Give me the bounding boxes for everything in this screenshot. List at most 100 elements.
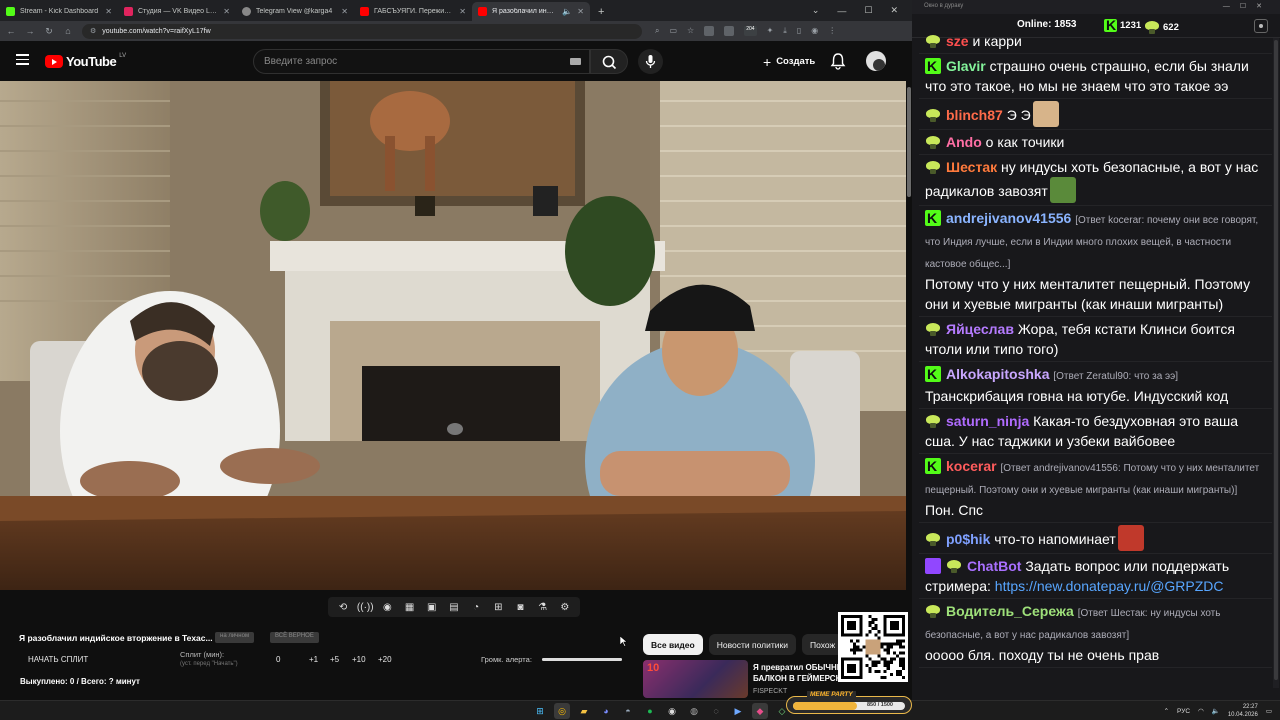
- window-controls[interactable]: —☐✕: [1223, 2, 1272, 10]
- chat-reply-quote[interactable]: [Ответ Zeratul90: что за ээ]: [1053, 371, 1178, 382]
- volume-icon[interactable]: 🔈: [1212, 707, 1220, 715]
- avatar[interactable]: [866, 51, 886, 71]
- create-button[interactable]: + Создать: [753, 49, 825, 74]
- eye-icon[interactable]: ◉: [381, 601, 393, 613]
- app-icon[interactable]: ◌: [708, 703, 724, 719]
- add-icon[interactable]: ⊞: [492, 601, 504, 613]
- cast-icon[interactable]: ▭: [669, 26, 677, 36]
- chevron-up-icon[interactable]: ⌃: [1164, 707, 1169, 715]
- tab-telegram-view[interactable]: Telegram View @karga4 ✕: [236, 2, 354, 21]
- extension-icon[interactable]: [704, 26, 715, 36]
- site-info-icon[interactable]: ⚙: [90, 27, 96, 35]
- chat-username[interactable]: p0$hik: [946, 531, 990, 547]
- youtube-logo[interactable]: YouTube LV: [45, 53, 126, 69]
- recommended-video-thumbnail[interactable]: 10: [643, 660, 748, 698]
- chat-username[interactable]: Яйцеслав: [946, 321, 1014, 337]
- start-split-button[interactable]: НАЧАТЬ СПЛИТ: [28, 655, 88, 664]
- subtitles-icon[interactable]: ▤: [448, 601, 460, 613]
- film-icon[interactable]: ▦: [404, 601, 416, 613]
- windows-start-icon[interactable]: ⊞: [532, 703, 548, 719]
- filter-chip-similar[interactable]: Похож: [801, 634, 844, 655]
- chrome-icon[interactable]: ◎: [554, 703, 570, 719]
- language-indicator[interactable]: РУС: [1177, 708, 1190, 715]
- voice-search-button[interactable]: [638, 49, 663, 74]
- close-icon[interactable]: ✕: [459, 7, 466, 16]
- media-player-icon[interactable]: ▶: [730, 703, 746, 719]
- star-icon[interactable]: ☆: [687, 26, 694, 36]
- reload-icon[interactable]: ↻: [44, 26, 54, 37]
- chat-username[interactable]: Glavir: [946, 58, 986, 74]
- obs-icon[interactable]: ◉: [664, 703, 680, 719]
- donate-link[interactable]: https://new.donatepay.ru/@GRPZDC: [995, 578, 1224, 594]
- chat-username[interactable]: saturn_ninja: [946, 413, 1029, 429]
- maximize-icon[interactable]: ☐: [864, 5, 872, 16]
- recommended-video-title[interactable]: Я превратил ОБЫЧНЫЙ БАЛКОН В ГЕЙМЕРСК: [753, 662, 843, 684]
- chat-username[interactable]: Шестак: [946, 159, 997, 175]
- home-icon[interactable]: ⌂: [63, 26, 73, 36]
- steam-icon[interactable]: ◓: [620, 703, 636, 719]
- chat-username[interactable]: Alkokapitoshka: [946, 366, 1049, 382]
- filter-chip-all[interactable]: Все видео: [643, 634, 703, 655]
- keyboard-icon[interactable]: [570, 58, 581, 65]
- add-20-button[interactable]: +20: [378, 655, 392, 664]
- recommended-video-channel[interactable]: FISPECKT: [753, 688, 787, 695]
- sidebar-icon[interactable]: ▯: [797, 26, 801, 36]
- alert-volume-slider[interactable]: [542, 658, 622, 661]
- wifi-icon[interactable]: ◠: [1198, 707, 1204, 715]
- chat-scrollbar[interactable]: [1273, 38, 1279, 688]
- status-chip[interactable]: ВСЁ ВЕРНОЕ: [270, 632, 319, 643]
- close-icon[interactable]: ✕: [341, 7, 348, 16]
- puzzle-icon[interactable]: ✦: [767, 26, 774, 36]
- add-1-button[interactable]: +1: [309, 655, 318, 664]
- speed-icon[interactable]: ◔: [470, 601, 482, 613]
- tab-vk-studio[interactable]: Студия — VK Видео Live ✕: [118, 2, 236, 21]
- filter-chip-politics[interactable]: Новости политики: [708, 634, 796, 655]
- search-button[interactable]: [590, 49, 628, 74]
- tab-youtube-1[interactable]: ГАБСЪУЯГИ. Пережить индес ✕: [354, 2, 472, 21]
- spotify-icon[interactable]: ●: [642, 703, 658, 719]
- hamburger-menu-icon[interactable]: [16, 54, 29, 65]
- video-player[interactable]: [0, 81, 906, 590]
- tab-kick-dashboard[interactable]: Stream - Kick Dashboard ✕: [0, 2, 118, 21]
- back-icon[interactable]: ←: [6, 26, 16, 36]
- notifications-icon[interactable]: ▭: [1266, 707, 1272, 715]
- pip-icon[interactable]: ▣: [426, 601, 438, 613]
- close-icon[interactable]: ✕: [223, 7, 230, 16]
- close-icon[interactable]: ✕: [577, 7, 584, 16]
- kebab-menu-icon[interactable]: ⋮: [828, 26, 836, 36]
- chat-username[interactable]: andrejivanov41556: [946, 210, 1071, 226]
- address-bar[interactable]: ⚙ youtube.com/watch?v=raifXyL17fw: [82, 23, 642, 39]
- discord-icon[interactable]: ◕: [598, 703, 614, 719]
- chat-app-icon[interactable]: ◆: [752, 703, 768, 719]
- chat-username[interactable]: blinch87: [946, 107, 1003, 123]
- app-icon[interactable]: ◍: [686, 703, 702, 719]
- add-5-button[interactable]: +5: [330, 655, 339, 664]
- chat-username[interactable]: ChatBot: [967, 558, 1021, 574]
- zoom-icon[interactable]: ⌕: [655, 26, 659, 36]
- profile-icon[interactable]: ◉: [811, 26, 818, 36]
- chat-username[interactable]: kocerar: [946, 458, 997, 474]
- extension-icon[interactable]: [724, 26, 735, 36]
- chat-username[interactable]: Ando: [946, 134, 982, 150]
- broadcast-icon[interactable]: ((·)): [357, 601, 374, 613]
- new-tab-button[interactable]: +: [590, 2, 612, 21]
- add-10-button[interactable]: +10: [352, 655, 366, 664]
- gear-icon[interactable]: ⚙: [559, 601, 571, 613]
- split-minutes-value[interactable]: 0: [276, 655, 280, 664]
- search-input[interactable]: Введите запрос: [253, 49, 590, 74]
- chat-username[interactable]: sze: [946, 33, 969, 49]
- scrollbar-thumb[interactable]: [1274, 40, 1278, 680]
- flask-icon[interactable]: ⚗: [537, 601, 549, 613]
- forward-icon[interactable]: →: [25, 26, 35, 36]
- close-icon[interactable]: ✕: [105, 7, 112, 16]
- close-icon[interactable]: ✕: [890, 5, 898, 16]
- status-chip[interactable]: на личном: [215, 632, 255, 643]
- speaker-icon[interactable]: 🔈: [562, 7, 572, 16]
- chat-username[interactable]: Водитель_Сережа: [946, 603, 1074, 619]
- camera-icon[interactable]: ◙: [514, 601, 526, 613]
- tab-youtube-active[interactable]: Я разоблачил индийское о 🔈 ✕: [472, 2, 590, 21]
- scrollbar-thumb[interactable]: [907, 87, 911, 197]
- notifications-button[interactable]: [830, 52, 846, 75]
- explorer-icon[interactable]: ▰: [576, 703, 592, 719]
- download-icon[interactable]: ⤓: [783, 26, 787, 36]
